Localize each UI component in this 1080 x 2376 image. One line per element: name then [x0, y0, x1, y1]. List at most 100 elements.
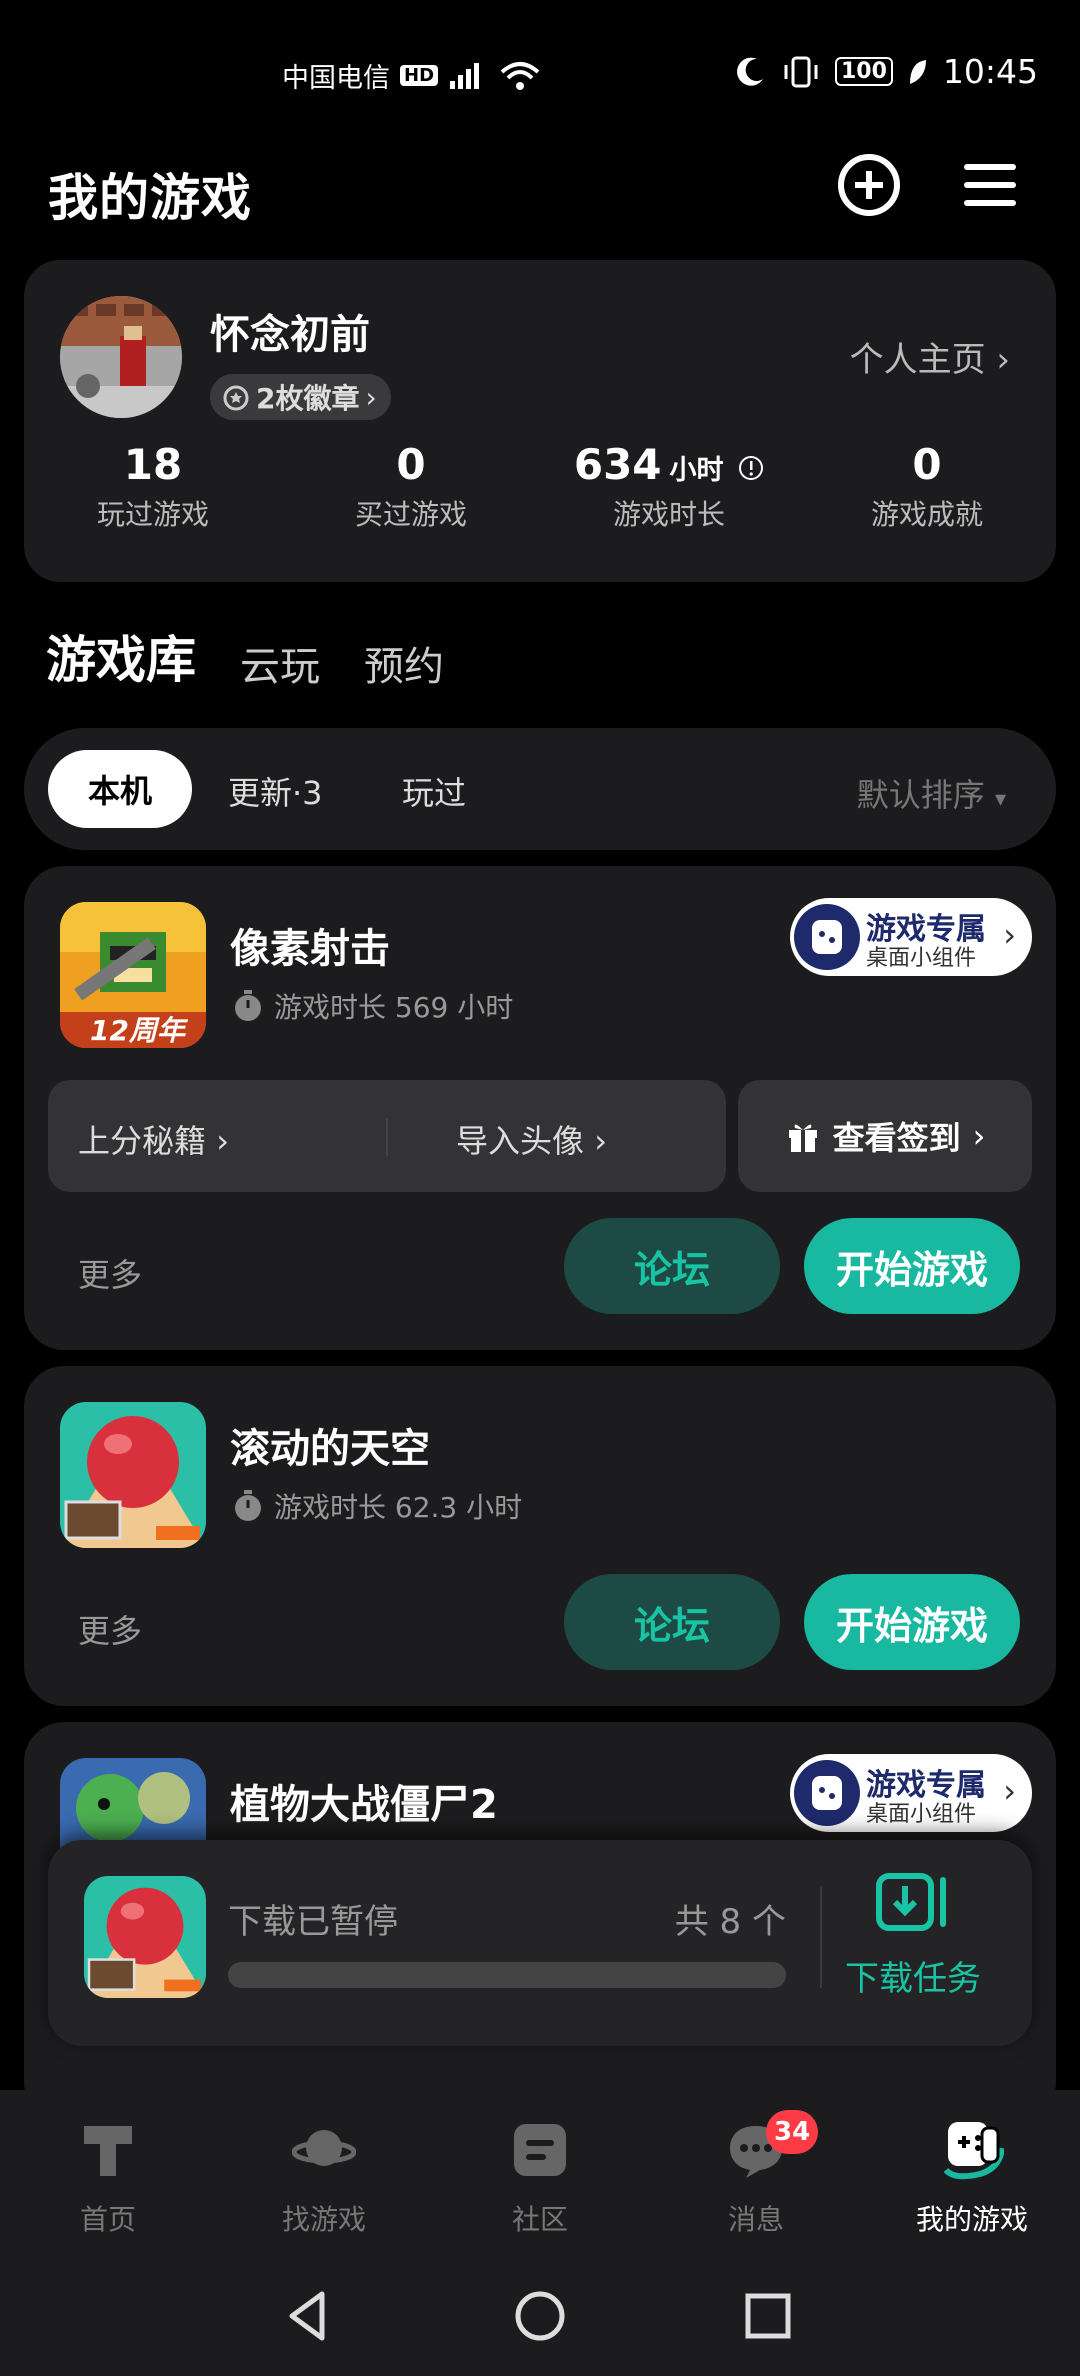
- hd-badge: HD: [400, 65, 439, 86]
- stat-label: 买过游戏: [354, 498, 467, 531]
- game-name[interactable]: 植物大战僵尸2: [230, 1772, 498, 1830]
- sort-dropdown[interactable]: 默认排序 ▾: [857, 770, 1006, 816]
- game-card: 滚动的天空 游戏时长 62.3 小时 更多 论坛 开始游戏: [24, 1366, 1056, 1706]
- library-tabs: 游戏库 云玩 预约: [44, 620, 444, 698]
- planet-icon: [291, 2130, 357, 2166]
- clock: 10:45: [942, 52, 1038, 91]
- tab-cloud-play[interactable]: 云玩: [240, 634, 320, 692]
- info-icon[interactable]: [738, 455, 764, 481]
- widget-subtitle: 桌面小组件: [866, 946, 977, 971]
- nav-my-games[interactable]: 我的游戏: [882, 2118, 1062, 2238]
- stat-label: 玩过游戏: [96, 498, 209, 531]
- game-card: 12周年 像素射击 游戏时长 569 小时 游戏专属 桌面小组件 › 上分秘籍 …: [24, 866, 1056, 1350]
- badges-label: 2枚徽章: [256, 382, 360, 415]
- download-status: 下载已暂停: [228, 1902, 398, 1942]
- carrier-name: 中国电信: [282, 63, 390, 94]
- chevron-right-icon: ›: [216, 1122, 229, 1160]
- game-name[interactable]: 像素射击: [230, 916, 390, 974]
- medal-icon: [223, 385, 249, 411]
- widget-subtitle: 桌面小组件: [866, 1802, 977, 1827]
- home-icon: [84, 2126, 132, 2176]
- download-tasks-label: 下载任务: [845, 1959, 981, 1999]
- download-game-icon: [84, 1876, 206, 1998]
- signal-icon: [450, 62, 480, 89]
- divider: [386, 1118, 388, 1156]
- back-icon[interactable]: [278, 2286, 338, 2346]
- tab-reservations[interactable]: 预约: [364, 634, 444, 692]
- message-count-badge: 34: [766, 2110, 819, 2154]
- filter-played[interactable]: 玩过: [402, 768, 466, 814]
- download-panel[interactable]: 下载已暂停 共 8 个 下载任务: [48, 1840, 1032, 2046]
- start-game-button[interactable]: 开始游戏: [804, 1574, 1020, 1670]
- desktop-widget-button[interactable]: 游戏专属 桌面小组件 ›: [790, 1754, 1032, 1832]
- game-icon[interactable]: [60, 1402, 206, 1548]
- recents-icon[interactable]: [738, 2286, 798, 2346]
- community-icon: [514, 2124, 566, 2176]
- username: 怀念初前: [210, 312, 370, 358]
- sort-label: 默认排序: [856, 776, 985, 814]
- stat-purchased[interactable]: 0 买过游戏: [282, 440, 540, 533]
- bottom-nav: 首页 找游戏 社区 34 消息 我的游戏: [0, 2090, 1080, 2258]
- playtime: 游戏时长 62.3 小时: [232, 1486, 522, 1526]
- gift-icon: [788, 1124, 817, 1152]
- quick-links: 上分秘籍 › 导入头像 ›: [48, 1080, 726, 1192]
- checkin-button[interactable]: 查看签到 ›: [738, 1080, 1032, 1192]
- caret-down-icon: ▾: [994, 787, 1006, 812]
- playtime-text: 游戏时长 569 小时: [274, 991, 514, 1024]
- start-game-button[interactable]: 开始游戏: [804, 1218, 1020, 1314]
- more-button[interactable]: 更多: [78, 1250, 142, 1296]
- download-tasks-button[interactable]: 下载任务: [828, 1870, 998, 2000]
- home-circle-icon[interactable]: [510, 2286, 570, 2346]
- add-game-button[interactable]: [834, 150, 904, 220]
- rolling-sky-icon: [60, 1402, 206, 1548]
- stat-playtime[interactable]: 634 小时 游戏时长: [540, 440, 798, 533]
- nav-find-games[interactable]: 找游戏: [234, 2118, 414, 2238]
- playtime-text: 游戏时长 62.3 小时: [274, 1491, 523, 1524]
- profile-card: 怀念初前 2枚徽章 › 个人主页 › 18 玩过游戏 0 买过游戏 634 小时 …: [24, 260, 1056, 582]
- menu-button[interactable]: [954, 150, 1024, 220]
- checkin-label: 查看签到: [832, 1119, 961, 1157]
- quick-link-import-avatar[interactable]: 导入头像 ›: [456, 1116, 607, 1162]
- nav-messages[interactable]: 34 消息: [666, 2110, 846, 2238]
- desktop-widget-button[interactable]: 游戏专属 桌面小组件 ›: [790, 898, 1032, 976]
- top-bar: 我的游戏: [0, 150, 1080, 270]
- chevron-right-icon: ›: [972, 1117, 986, 1155]
- stat-achievements[interactable]: 0 游戏成就: [798, 440, 1056, 533]
- stat-played[interactable]: 18 玩过游戏: [24, 440, 282, 533]
- filter-local[interactable]: 本机: [48, 750, 192, 828]
- battery-indicator: 100: [834, 57, 893, 86]
- page-title: 我的游戏: [48, 169, 252, 227]
- forum-button[interactable]: 论坛: [564, 1218, 780, 1314]
- filter-updates[interactable]: 更新·3: [228, 768, 323, 814]
- stat-value: 0: [396, 440, 426, 489]
- vibrate-icon: [784, 56, 818, 87]
- chevron-right-icon: ›: [1003, 1772, 1016, 1810]
- more-button[interactable]: 更多: [78, 1606, 142, 1652]
- tab-game-library[interactable]: 游戏库: [44, 620, 198, 698]
- moon-icon: [737, 57, 763, 86]
- nav-label: 首页: [79, 2203, 136, 2236]
- stat-label: 游戏成就: [870, 498, 983, 531]
- badges-button[interactable]: 2枚徽章 ›: [210, 374, 391, 420]
- pixel-gun-icon: 12周年: [60, 902, 206, 1048]
- filter-bar: 本机 更新·3 玩过 默认排序 ▾: [24, 728, 1056, 850]
- game-icon[interactable]: 12周年: [60, 902, 206, 1048]
- profile-stats: 18 玩过游戏 0 买过游戏 634 小时 游戏时长 0 游戏成就: [24, 440, 1056, 533]
- forum-button[interactable]: 论坛: [564, 1574, 780, 1670]
- download-progress-bar: [228, 1962, 786, 1988]
- gamepad-icon: [943, 2122, 1005, 2180]
- anniversary-text: 12周年: [90, 1014, 189, 1047]
- avatar[interactable]: [60, 296, 182, 418]
- nav-label: 找游戏: [281, 2203, 366, 2236]
- homepage-link[interactable]: 个人主页 ›: [850, 332, 1010, 381]
- nav-home[interactable]: 首页: [18, 2118, 198, 2238]
- hamburger-menu-icon: [964, 164, 1016, 206]
- stat-value-row: 634 小时: [540, 440, 798, 489]
- game-name[interactable]: 滚动的天空: [230, 1416, 430, 1474]
- download-icon: [876, 1873, 946, 1931]
- stat-label: 游戏时长: [612, 498, 725, 531]
- stat-unit: 小时: [669, 455, 724, 486]
- chevron-right-icon: ›: [1003, 916, 1016, 954]
- nav-community[interactable]: 社区: [450, 2118, 630, 2238]
- quick-link-tips[interactable]: 上分秘籍 ›: [78, 1116, 229, 1162]
